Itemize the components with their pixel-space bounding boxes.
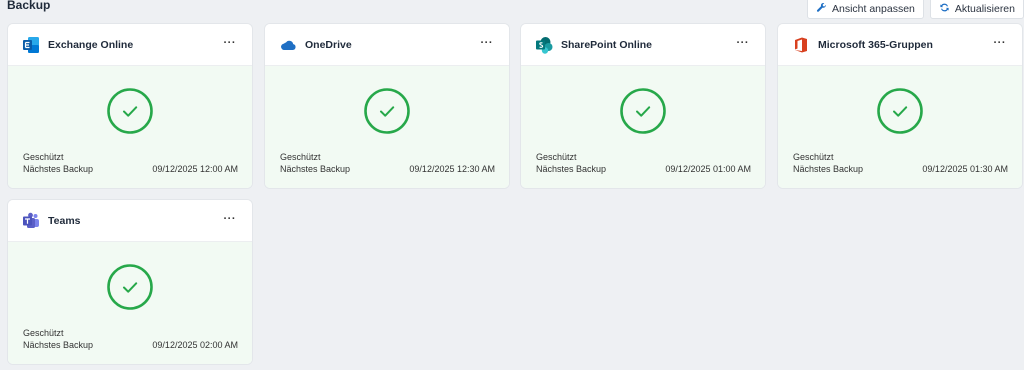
exchange-icon [22, 36, 40, 54]
card-body: Geschützt Nächstes Backup 09/12/2025 02:… [8, 242, 252, 364]
next-backup-value: 09/12/2025 01:30 AM [922, 164, 1008, 174]
onedrive-icon [279, 36, 297, 54]
card-title: Microsoft 365-Gruppen [818, 38, 933, 51]
status-text: Geschützt [793, 152, 834, 162]
next-backup-label: Nächstes Backup [536, 164, 607, 174]
checkmark-circle-icon [107, 88, 153, 134]
status-text: Geschützt [280, 152, 321, 162]
status-text: Geschützt [23, 328, 64, 338]
next-backup-row: Nächstes Backup 09/12/2025 12:30 AM [280, 164, 495, 174]
next-backup-value: 09/12/2025 02:00 AM [152, 340, 238, 350]
next-backup-value: 09/12/2025 12:00 AM [152, 164, 238, 174]
next-backup-value: 09/12/2025 01:00 AM [665, 164, 751, 174]
next-backup-row: Nächstes Backup 09/12/2025 02:00 AM [23, 340, 238, 350]
card-header: Microsoft 365-Gruppen ··· [778, 24, 1022, 66]
more-options-button[interactable]: ··· [222, 37, 239, 53]
page-title: Backup [7, 0, 51, 12]
card-header: OneDrive ··· [265, 24, 509, 66]
wrench-icon [816, 2, 827, 16]
card-title: SharePoint Online [561, 38, 653, 51]
next-backup-row: Nächstes Backup 09/12/2025 12:00 AM [23, 164, 238, 174]
customize-view-button[interactable]: Ansicht anpassen [806, 0, 924, 19]
card-title: OneDrive [305, 38, 352, 51]
sharepoint-icon [535, 36, 553, 54]
next-backup-label: Nächstes Backup [280, 164, 351, 174]
teams-icon [22, 212, 40, 230]
next-backup-row: Nächstes Backup 09/12/2025 01:00 AM [536, 164, 751, 174]
customize-view-label: Ansicht anpassen [831, 2, 915, 15]
next-backup-label: Nächstes Backup [793, 164, 864, 174]
refresh-icon [939, 2, 950, 16]
refresh-button[interactable]: Aktualisieren [929, 0, 1024, 19]
card-body: Geschützt Nächstes Backup 09/12/2025 12:… [8, 66, 252, 188]
toolbar: Ansicht anpassen Aktualisieren [806, 0, 1024, 19]
card-title: Exchange Online [48, 38, 134, 51]
backup-card-m365-groups: Microsoft 365-Gruppen ··· Geschützt Näch… [778, 24, 1022, 188]
more-options-button[interactable]: ··· [992, 37, 1009, 53]
next-backup-label: Nächstes Backup [23, 164, 94, 174]
next-backup-label: Nächstes Backup [23, 340, 94, 350]
more-options-button[interactable]: ··· [222, 213, 239, 229]
card-body: Geschützt Nächstes Backup 09/12/2025 01:… [778, 66, 1022, 188]
checkmark-circle-icon [877, 88, 923, 134]
card-body: Geschützt Nächstes Backup 09/12/2025 01:… [521, 66, 765, 188]
checkmark-circle-icon [107, 264, 153, 310]
backup-card-teams: Teams ··· Geschützt Nächstes Backup 09/1… [8, 200, 252, 364]
card-body: Geschützt Nächstes Backup 09/12/2025 12:… [265, 66, 509, 188]
card-header: Teams ··· [8, 200, 252, 242]
card-title: Teams [48, 214, 81, 227]
backup-card-exchange-online: Exchange Online ··· Geschützt Nächstes B… [8, 24, 252, 188]
backup-card-sharepoint-online: SharePoint Online ··· Geschützt Nächstes… [521, 24, 765, 188]
more-options-button[interactable]: ··· [735, 37, 752, 53]
checkmark-circle-icon [364, 88, 410, 134]
status-text: Geschützt [536, 152, 577, 162]
checkmark-circle-icon [620, 88, 666, 134]
card-header: Exchange Online ··· [8, 24, 252, 66]
refresh-label: Aktualisieren [954, 2, 1015, 15]
more-options-button[interactable]: ··· [479, 37, 496, 53]
status-text: Geschützt [23, 152, 64, 162]
next-backup-value: 09/12/2025 12:30 AM [409, 164, 495, 174]
m365-groups-icon [792, 36, 810, 54]
backup-card-onedrive: OneDrive ··· Geschützt Nächstes Backup 0… [265, 24, 509, 188]
card-header: SharePoint Online ··· [521, 24, 765, 66]
next-backup-row: Nächstes Backup 09/12/2025 01:30 AM [793, 164, 1008, 174]
